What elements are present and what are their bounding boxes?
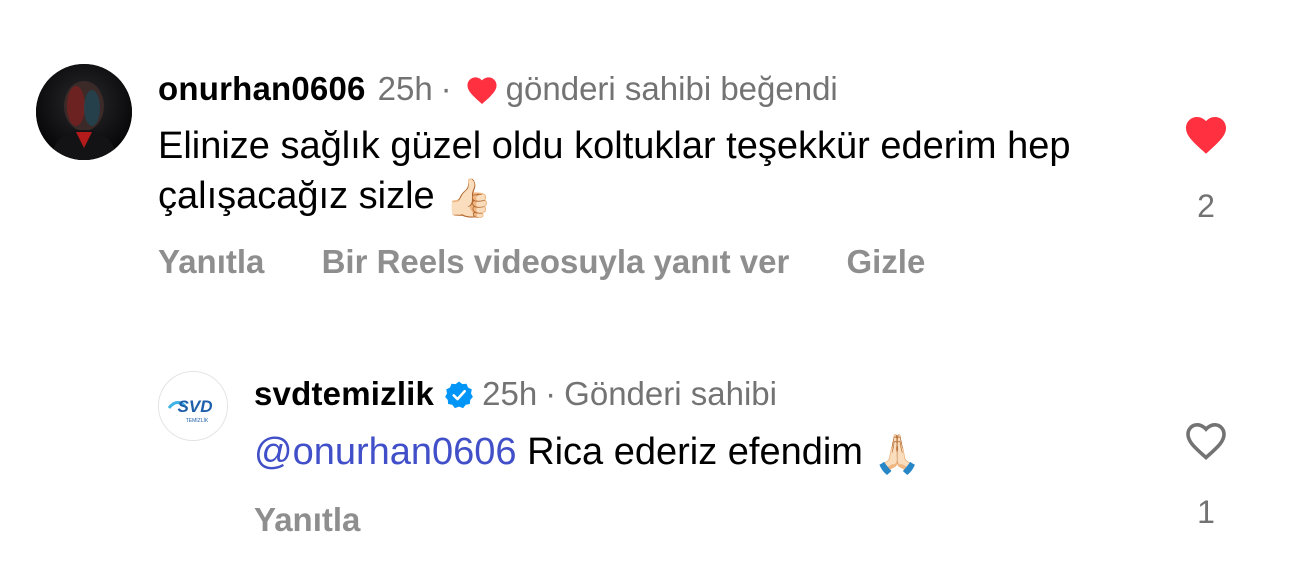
comment-body: Rica ederiz efendim — [527, 431, 863, 473]
comment-timestamp: 25h — [377, 70, 433, 107]
like-count: 2 — [1197, 188, 1215, 224]
comment-text: @onurhan0606 Rica ederiz efendim 🙏🏻 — [254, 427, 1154, 479]
like-count: 1 — [1197, 494, 1215, 530]
comment-timestamp: 25h — [482, 375, 538, 412]
svd-logo-icon: SVD TEMİZLİK — [159, 372, 227, 440]
like-button[interactable] — [1182, 111, 1230, 155]
heart-filled-icon — [1186, 117, 1226, 154]
thumbs-up-emoji: 👍🏻 — [445, 175, 493, 220]
comment-actions: Yanıtla Bir Reels videosuyla yanıt ver G… — [158, 243, 973, 281]
reply-button[interactable]: Yanıtla — [254, 501, 360, 538]
comment-header: svdtemizlik 25h · Gönderi sahibi — [254, 374, 777, 414]
comment-body: Elinize sağlık güzel oldu koltuklar teşe… — [158, 125, 1071, 217]
comment-header: onurhan0606 25h · gönderi sahibi beğendi — [158, 69, 838, 109]
separator-dot: · — [440, 70, 452, 107]
comment-text: Elinize sağlık güzel oldu koltuklar teşe… — [158, 121, 1158, 223]
comment-actions: Yanıtla — [254, 501, 408, 539]
mention-link[interactable]: @onurhan0606 — [254, 431, 517, 473]
liked-by-author-label: gönderi sahibi beğendi — [505, 70, 838, 107]
user-avatar-photo — [36, 64, 132, 160]
verified-badge-icon — [444, 379, 474, 409]
reels-reply-button[interactable]: Bir Reels videosuyla yanıt ver — [322, 243, 790, 280]
avatar[interactable]: SVD TEMİZLİK — [158, 371, 228, 441]
username-link[interactable]: svdtemizlik — [254, 374, 434, 414]
reply-button[interactable]: Yanıtla — [158, 243, 264, 280]
username-link[interactable]: onurhan0606 — [158, 69, 366, 109]
author-label: Gönderi sahibi — [564, 375, 777, 412]
avatar[interactable] — [36, 64, 132, 160]
svg-text:TEMİZLİK: TEMİZLİK — [186, 417, 209, 424]
heart-outline-icon — [1186, 422, 1226, 461]
svg-text:SVD: SVD — [178, 397, 213, 416]
heart-icon — [464, 73, 500, 105]
like-button[interactable] — [1182, 417, 1230, 461]
separator-dot: · — [545, 375, 557, 412]
hide-button[interactable]: Gizle — [846, 243, 925, 280]
folded-hands-emoji: 🙏🏻 — [873, 431, 921, 476]
